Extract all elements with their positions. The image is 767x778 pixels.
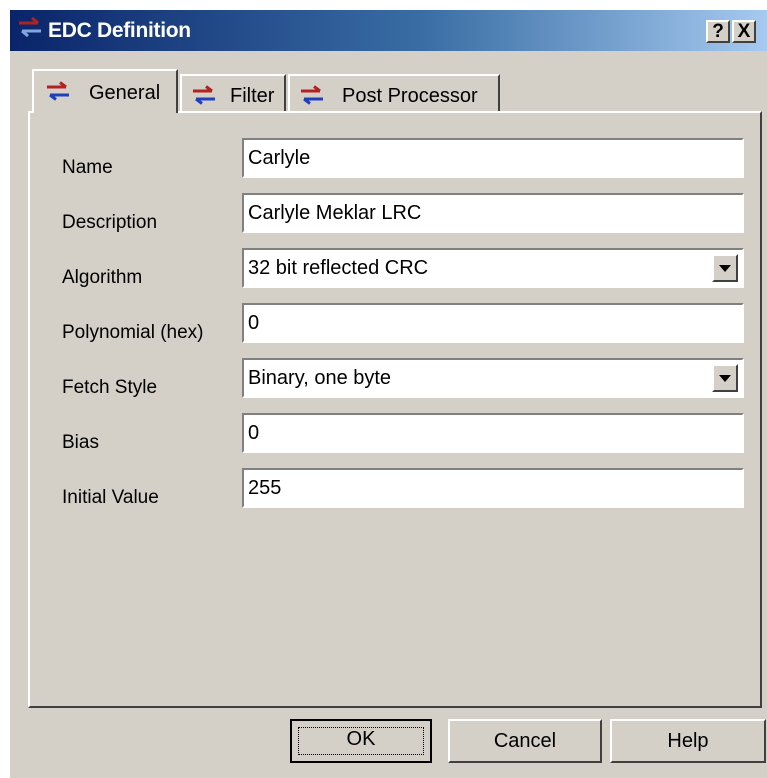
close-button[interactable]: X	[732, 20, 756, 43]
tab-filter-label: Filter	[230, 85, 275, 107]
general-tab-panel: Name Carlyle Description Carlyle Meklar …	[28, 111, 762, 708]
title-bar[interactable]: EDC Definition ? X	[10, 10, 767, 51]
help-title-button[interactable]: ?	[706, 20, 730, 43]
tab-general[interactable]: General	[32, 69, 178, 113]
edc-definition-dialog: EDC Definition ? X General Filter Post P…	[10, 10, 767, 778]
fetch-style-dropdown-button[interactable]	[712, 364, 738, 392]
bias-label: Bias	[62, 432, 99, 453]
help-button[interactable]: Help	[610, 719, 766, 763]
window-title: EDC Definition	[48, 19, 191, 42]
fetch-style-select[interactable]: Binary, one byte	[242, 358, 744, 398]
transfer-arrows-icon	[19, 16, 41, 38]
polynomial-label: Polynomial (hex)	[62, 322, 204, 343]
chevron-down-icon	[719, 265, 731, 272]
description-label: Description	[62, 212, 158, 233]
algorithm-label: Algorithm	[62, 267, 143, 288]
tab-post-processor-label: Post Processor	[342, 85, 478, 107]
name-label: Name	[62, 157, 113, 178]
initial-value-label: Initial Value	[62, 487, 159, 508]
initial-value-field[interactable]: 255	[242, 468, 744, 508]
bias-field[interactable]: 0	[242, 413, 744, 453]
description-field[interactable]: Carlyle Meklar LRC	[242, 193, 744, 233]
fetch-style-value: Binary, one byte	[248, 367, 392, 389]
transfer-arrows-icon	[193, 85, 215, 105]
algorithm-select[interactable]: 32 bit reflected CRC	[242, 248, 744, 288]
name-field[interactable]: Carlyle	[242, 138, 744, 178]
tab-post-processor[interactable]: Post Processor	[288, 74, 500, 112]
algorithm-dropdown-button[interactable]	[712, 254, 738, 282]
chevron-down-icon	[719, 375, 731, 382]
polynomial-field[interactable]: 0	[242, 303, 744, 343]
tab-filter[interactable]: Filter	[180, 74, 286, 112]
ok-button[interactable]: OK	[290, 719, 432, 763]
transfer-arrows-icon	[301, 85, 323, 105]
tab-general-label: General	[89, 82, 161, 104]
algorithm-value: 32 bit reflected CRC	[248, 257, 429, 279]
transfer-arrows-icon	[47, 81, 69, 101]
ok-button-label: OK	[346, 728, 376, 750]
cancel-button[interactable]: Cancel	[448, 719, 602, 763]
fetch-style-label: Fetch Style	[62, 377, 158, 398]
